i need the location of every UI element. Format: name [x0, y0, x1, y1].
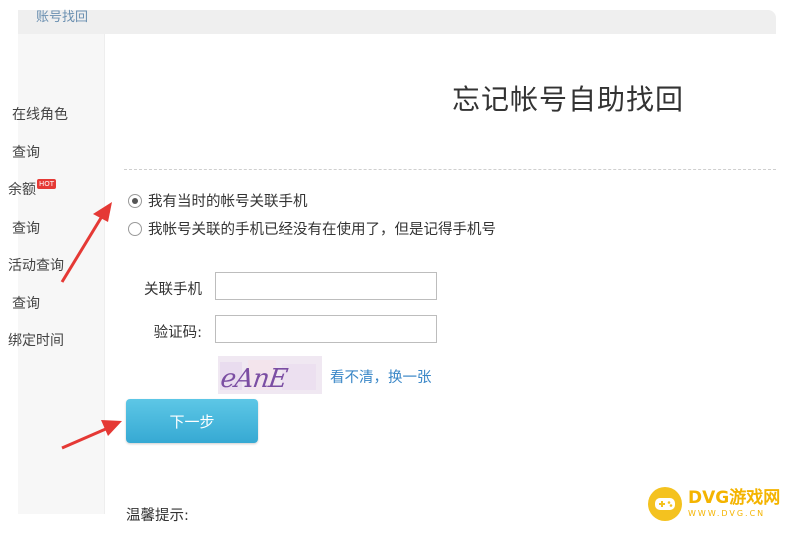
- sidebar-item-balance[interactable]: 余额 HOT: [8, 179, 57, 199]
- page-title: 忘记帐号自助找回: [452, 83, 685, 116]
- sidebar-item-label: 查询: [12, 221, 40, 237]
- next-step-button[interactable]: 下一步: [126, 399, 258, 443]
- sidebar-item-label: 活动查询: [8, 258, 64, 274]
- phone-input[interactable]: [215, 272, 437, 300]
- divider: [124, 169, 776, 170]
- sidebar-item-label: 余额: [8, 182, 36, 198]
- option-label: 我有当时的帐号关联手机: [148, 194, 308, 210]
- sidebar-item-bind-time[interactable]: 绑定时间: [8, 330, 64, 350]
- sidebar-item-label: 在线角色: [12, 107, 68, 123]
- captcha-label: 验证码:: [153, 325, 202, 341]
- watermark-url: WWW.DVG.CN: [688, 509, 766, 518]
- captcha-image[interactable]: eAnE: [218, 356, 322, 394]
- sidebar-item-query-3[interactable]: 查询: [12, 293, 40, 313]
- sidebar-item-activity-query[interactable]: 活动查询: [8, 255, 64, 275]
- sidebar: 在线角色 查询 余额 HOT 查询 活动查询 查询 绑定时间: [8, 34, 105, 514]
- option-remember-phone-number[interactable]: 我帐号关联的手机已经没有在使用了，但是记得手机号: [128, 218, 496, 239]
- hot-badge: HOT: [37, 179, 57, 189]
- sidebar-item-query-1[interactable]: 查询: [12, 142, 40, 162]
- option-have-phone[interactable]: 我有当时的帐号关联手机: [128, 190, 308, 211]
- refresh-captcha-link[interactable]: 看不清，换一张: [330, 366, 432, 387]
- tips-label: 温馨提示:: [126, 508, 189, 524]
- top-bar: 账号找回: [18, 10, 776, 34]
- captcha-text: eAnE: [219, 364, 290, 394]
- watermark: DVG游戏网 WWW.DVG.CN: [648, 487, 780, 521]
- sidebar-item-query-2[interactable]: 查询: [12, 218, 40, 238]
- radio-unchecked[interactable]: [128, 221, 142, 236]
- option-label: 我帐号关联的手机已经没有在使用了，但是记得手机号: [148, 222, 496, 238]
- header-title: 账号找回: [36, 10, 89, 25]
- sidebar-item-label: 绑定时间: [8, 333, 64, 349]
- sidebar-item-online-role[interactable]: 在线角色: [12, 104, 68, 124]
- radio-checked[interactable]: [128, 193, 142, 208]
- sidebar-item-label: 查询: [12, 296, 40, 312]
- gamepad-icon: [648, 487, 682, 521]
- sidebar-item-label: 查询: [12, 145, 40, 161]
- phone-label: 关联手机: [144, 282, 202, 298]
- captcha-input[interactable]: [215, 315, 437, 343]
- watermark-brand: DVG游戏网: [688, 488, 781, 508]
